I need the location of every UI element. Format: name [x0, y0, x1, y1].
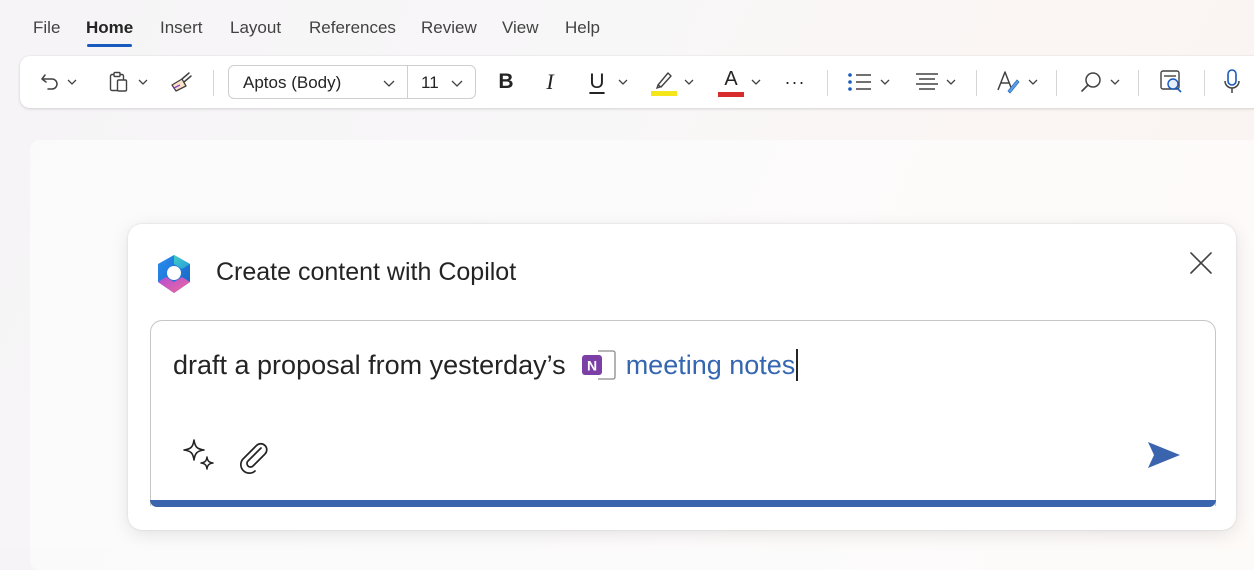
highlight-chevron-down-icon[interactable]: [684, 56, 694, 108]
editor-button[interactable]: [1158, 56, 1186, 108]
ribbon-divider: [976, 70, 977, 96]
onenote-letter: N: [587, 358, 597, 374]
align-icon: [916, 73, 938, 90]
send-icon: [1148, 442, 1180, 468]
styles-chevron-down-icon[interactable]: [1028, 56, 1038, 108]
text-cursor: [796, 349, 799, 381]
more-options-button[interactable]: ···: [780, 56, 810, 108]
font-color-swatch: [718, 92, 744, 97]
close-icon: [1190, 252, 1212, 274]
font-divider: [407, 66, 408, 98]
prompt-input[interactable]: draft a proposal from yesterday’s N meet…: [150, 320, 1216, 506]
tab-layout[interactable]: Layout: [230, 18, 281, 38]
editor-icon: [1160, 70, 1182, 93]
close-button[interactable]: [1186, 248, 1216, 278]
underline-button[interactable]: U: [586, 56, 608, 108]
align-chevron-down-icon[interactable]: [946, 56, 956, 108]
bullets-button[interactable]: [846, 56, 874, 108]
sparkle-icon: [183, 439, 214, 470]
dictate-icon: [1224, 69, 1240, 93]
italic-button[interactable]: I: [540, 56, 560, 108]
ribbon-divider: [213, 70, 214, 96]
ribbon-divider: [1204, 70, 1205, 96]
format-painter-button[interactable]: [168, 56, 196, 108]
highlighter-icon: [651, 72, 677, 96]
undo-chevron-down-icon[interactable]: [67, 56, 77, 108]
undo-icon: [41, 74, 58, 90]
prompt-focus-underline: [150, 500, 1216, 507]
onenote-icon: N: [581, 350, 616, 380]
send-button[interactable]: [1141, 435, 1187, 475]
tab-help[interactable]: Help: [565, 18, 600, 38]
prompt-suggestions-button[interactable]: [179, 435, 219, 475]
font-size-chevron-down-icon[interactable]: [451, 78, 463, 88]
format-painter-icon: [171, 72, 192, 92]
font-selector: Aptos (Body) 11: [228, 65, 476, 99]
attach-button[interactable]: [233, 435, 273, 475]
tab-review[interactable]: Review: [421, 18, 477, 38]
dictate-button[interactable]: [1220, 56, 1244, 108]
bold-button[interactable]: B: [494, 56, 518, 108]
meeting-notes-reference[interactable]: N meeting notes: [580, 348, 796, 382]
copilot-panel: Create content with Copilot draft a prop…: [128, 224, 1236, 530]
ribbon-toolbar: Aptos (Body) 11 B I U A ···: [20, 56, 1254, 108]
copilot-logo-icon: [158, 255, 190, 293]
paste-button[interactable]: [106, 56, 132, 108]
copilot-title: Create content with Copilot: [216, 258, 517, 286]
tab-insert[interactable]: Insert: [160, 18, 203, 38]
paste-icon: [109, 71, 128, 92]
tab-view[interactable]: View: [502, 18, 539, 38]
align-button[interactable]: [914, 56, 940, 108]
find-icon: [1081, 72, 1101, 92]
tab-home[interactable]: Home: [86, 18, 133, 47]
underline-chevron-down-icon[interactable]: [618, 56, 628, 108]
styles-button[interactable]: [994, 56, 1022, 108]
reference-label: meeting notes: [625, 349, 796, 380]
bullets-icon: [848, 73, 871, 91]
styles-icon: [997, 71, 1020, 94]
font-color-button[interactable]: A: [717, 56, 745, 108]
ribbon-divider: [1056, 70, 1057, 96]
tab-references[interactable]: References: [309, 18, 396, 38]
font-color-label: A: [724, 68, 738, 90]
font-color-chevron-down-icon[interactable]: [751, 56, 761, 108]
paperclip-icon: [240, 442, 268, 474]
font-name-dropdown[interactable]: Aptos (Body): [243, 73, 341, 93]
ribbon-divider: [1138, 70, 1139, 96]
bullets-chevron-down-icon[interactable]: [880, 56, 890, 108]
paste-chevron-down-icon[interactable]: [138, 56, 148, 108]
prompt-text-row: draft a proposal from yesterday’s N meet…: [173, 348, 799, 382]
undo-button[interactable]: [38, 56, 62, 108]
prompt-text: draft a proposal from yesterday’s: [173, 349, 566, 380]
find-button[interactable]: [1078, 56, 1104, 108]
tab-file[interactable]: File: [33, 18, 60, 38]
find-chevron-down-icon[interactable]: [1110, 56, 1120, 108]
font-name-chevron-down-icon[interactable]: [383, 78, 395, 88]
menu-bar: File Home Insert Layout References Revie…: [0, 0, 1254, 52]
ribbon-divider: [827, 70, 828, 96]
font-size-dropdown[interactable]: 11: [421, 73, 439, 93]
highlight-button[interactable]: [650, 56, 678, 108]
